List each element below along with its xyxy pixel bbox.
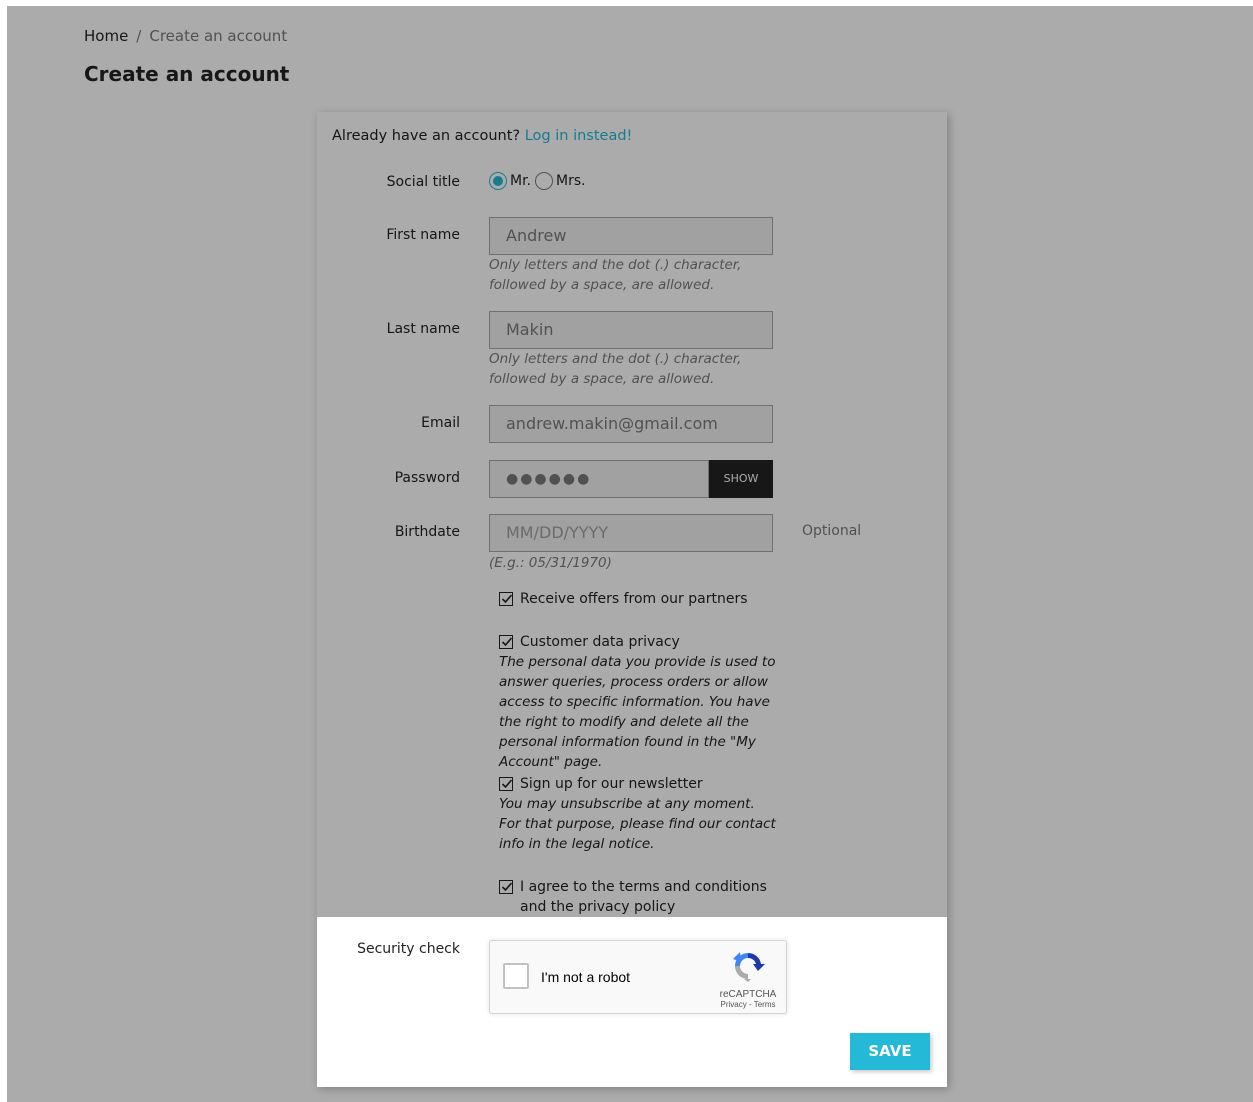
save-button[interactable]: SAVE <box>850 1033 930 1070</box>
recaptcha-privacy-terms-links[interactable]: Privacy - Terms <box>714 1000 782 1009</box>
dim-overlay-top <box>7 6 1253 917</box>
security-check-label: Security check <box>357 941 460 957</box>
recaptcha-logo-icon <box>733 952 765 982</box>
recaptcha-label: I'm not a robot <box>541 969 631 985</box>
dim-overlay-bottom <box>317 1087 947 1102</box>
recaptcha-brand: reCAPTCHA <box>719 989 777 1000</box>
recaptcha-widget: I'm not a robot reCAPTCHA Privacy - Term… <box>489 940 787 1014</box>
dim-overlay-left <box>7 917 317 1102</box>
dim-overlay-right <box>947 917 1253 1102</box>
recaptcha-checkbox[interactable] <box>503 963 529 989</box>
